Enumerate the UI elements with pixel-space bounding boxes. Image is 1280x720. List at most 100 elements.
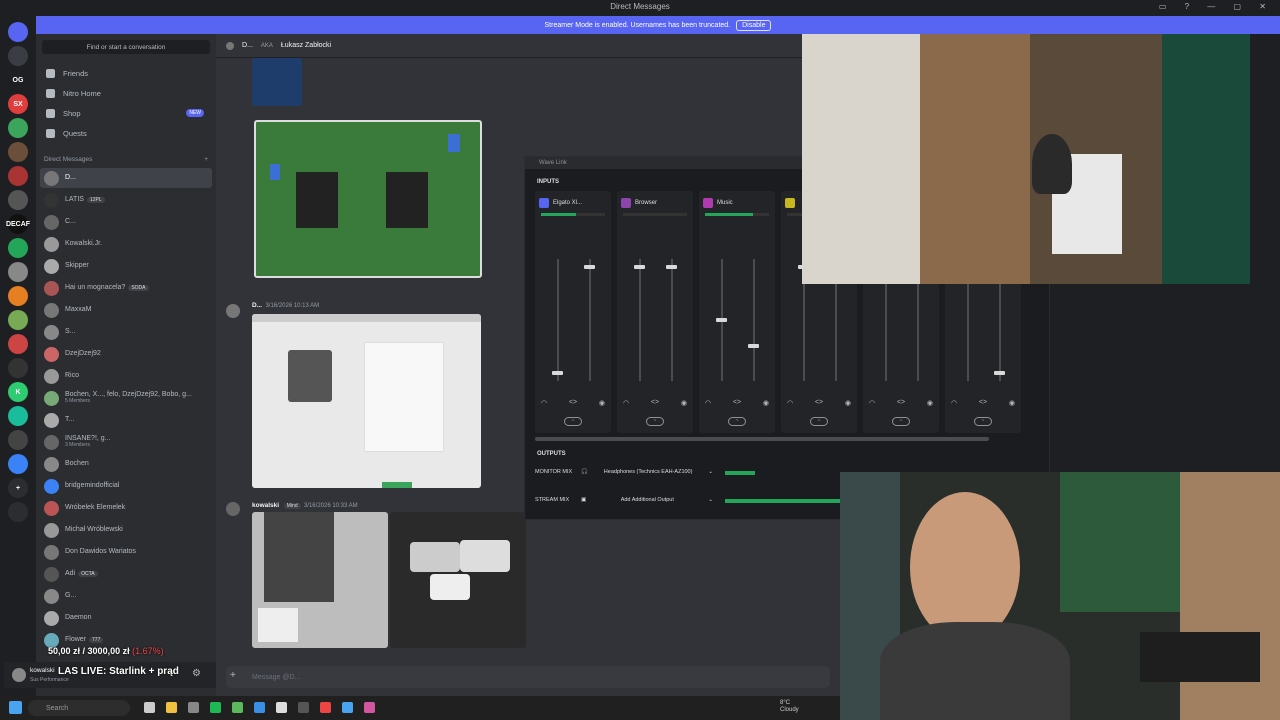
server-icon[interactable] — [8, 22, 28, 42]
fader-knob[interactable] — [552, 371, 563, 376]
server-icon[interactable] — [8, 118, 28, 138]
windows-start-icon[interactable] — [9, 701, 22, 714]
link-icon[interactable]: <> — [733, 399, 741, 407]
broadcast-icon[interactable]: ◉ — [1009, 399, 1015, 407]
server-icon[interactable] — [8, 190, 28, 210]
headphones-icon[interactable]: ◠ — [787, 399, 793, 407]
server-icon[interactable] — [8, 334, 28, 354]
server-icon[interactable]: DECAF — [6, 214, 30, 234]
message-input[interactable]: Message @D... — [226, 666, 830, 688]
broadcast-icon[interactable]: ◉ — [681, 399, 687, 407]
link-toggle-icon[interactable]: ~ — [564, 417, 582, 426]
output-device-select[interactable]: ▣ Add Additional Output ⌄ — [581, 497, 713, 503]
attachment-image-mac-minis[interactable] — [390, 512, 526, 648]
dm-item[interactable]: Daemon — [40, 608, 212, 628]
server-icon[interactable] — [8, 406, 28, 426]
dm-item[interactable]: MaxxaM — [40, 300, 212, 320]
taskbar-app-icon[interactable] — [144, 702, 155, 713]
headphones-icon[interactable]: ◠ — [705, 399, 711, 407]
server-icon[interactable] — [8, 310, 28, 330]
monitor-fader[interactable] — [552, 259, 563, 381]
dm-item[interactable]: Skipper — [40, 256, 212, 276]
server-icon[interactable] — [8, 142, 28, 162]
add-attachment-icon[interactable]: + — [230, 670, 236, 681]
taskbar-app-icon[interactable] — [188, 702, 199, 713]
disable-streamer-mode-button[interactable]: Disable — [736, 19, 772, 31]
taskbar-app-icon[interactable] — [210, 702, 221, 713]
taskbar-app-icon[interactable] — [320, 702, 331, 713]
broadcast-icon[interactable]: ◉ — [599, 399, 605, 407]
nav-friends[interactable]: Friends — [40, 64, 212, 82]
dm-item[interactable]: G... — [40, 586, 212, 606]
taskbar-app-icon[interactable] — [232, 702, 243, 713]
taskbar-app-icon[interactable] — [364, 702, 375, 713]
taskbar-app-icon[interactable] — [342, 702, 353, 713]
dm-item[interactable]: T... — [40, 410, 212, 430]
output-monitor-mix[interactable]: MONITOR MIX 🎧 Headphones (Technics EAH-AZ… — [535, 465, 841, 479]
link-toggle-icon[interactable]: ~ — [810, 417, 828, 426]
attachment-image-rack[interactable] — [252, 512, 388, 648]
dm-item[interactable]: Hai un mognacela? SODA — [40, 278, 212, 298]
attachment-image-code[interactable] — [252, 58, 302, 106]
dm-item[interactable]: S... — [40, 322, 212, 342]
link-icon[interactable]: <> — [897, 399, 905, 407]
server-icon[interactable]: SX — [8, 94, 28, 114]
dm-item[interactable]: Adi OCTA — [40, 564, 212, 584]
settings-gear-icon[interactable]: ⚙ — [192, 668, 201, 679]
dm-item[interactable]: LATIS 12PL — [40, 190, 212, 210]
dm-item[interactable]: bridgemindofficial — [40, 476, 212, 496]
link-icon[interactable]: <> — [569, 399, 577, 407]
create-dm-button[interactable]: + — [204, 156, 208, 163]
weather-widget[interactable]: 8°C Cloudy — [780, 700, 799, 714]
monitor-fader[interactable] — [634, 259, 645, 381]
nav-nitro-home[interactable]: Nitro Home — [40, 84, 212, 102]
link-toggle-icon[interactable]: ~ — [892, 417, 910, 426]
server-icon[interactable] — [8, 46, 28, 66]
channel-header[interactable]: Elgato Xl... — [539, 196, 607, 210]
mixer-scrollbar[interactable] — [535, 437, 989, 441]
dm-item[interactable]: Don Dawidos Wariatos — [40, 542, 212, 562]
server-icon[interactable]: + — [8, 478, 28, 498]
avatar[interactable] — [12, 668, 26, 682]
dm-item[interactable]: Bochen, X..., felo, DzejDzej92, Bobo, g.… — [40, 388, 212, 408]
fader-knob[interactable] — [666, 264, 677, 269]
nav-quests[interactable]: Quests — [40, 124, 212, 142]
dm-item[interactable]: Wróbelek Elemelek — [40, 498, 212, 518]
taskbar-app-icon[interactable] — [166, 702, 177, 713]
conversation-search-button[interactable]: Find or start a conversation — [42, 40, 210, 54]
dm-item[interactable]: Rico — [40, 366, 212, 386]
server-icon[interactable] — [8, 238, 28, 258]
dm-item[interactable]: C... — [40, 212, 212, 232]
fader-knob[interactable] — [716, 318, 727, 322]
attachment-image-webpage[interactable] — [252, 314, 481, 488]
fader-knob[interactable] — [994, 371, 1005, 376]
fader-knob[interactable] — [748, 343, 759, 348]
link-toggle-icon[interactable]: ~ — [646, 417, 664, 426]
broadcast-icon[interactable]: ◉ — [763, 399, 769, 407]
link-toggle-icon[interactable]: ~ — [974, 417, 992, 426]
dm-item[interactable]: INSANE?!, g... 3 Members — [40, 432, 212, 452]
link-toggle-icon[interactable]: ~ — [728, 417, 746, 426]
attachment-image-circuit[interactable] — [254, 120, 482, 278]
fader-knob[interactable] — [634, 264, 645, 269]
stream-fader[interactable] — [584, 259, 595, 381]
channel-header[interactable]: Browser — [621, 196, 689, 210]
message-avatar[interactable] — [226, 304, 240, 318]
server-icon[interactable]: OG — [8, 70, 28, 90]
stream-fader[interactable] — [666, 259, 677, 381]
server-icon[interactable]: K — [8, 382, 28, 402]
server-icon[interactable] — [8, 166, 28, 186]
headphones-icon[interactable]: ◠ — [869, 399, 875, 407]
taskbar-search[interactable]: Search — [28, 700, 130, 716]
server-icon[interactable] — [8, 454, 28, 474]
headphones-icon[interactable]: ◠ — [951, 399, 957, 407]
dm-item[interactable]: D... — [40, 168, 212, 188]
taskbar-app-icon[interactable] — [254, 702, 265, 713]
broadcast-icon[interactable]: ◉ — [845, 399, 851, 407]
headphones-icon[interactable]: ◠ — [623, 399, 629, 407]
message-avatar[interactable] — [226, 502, 240, 516]
link-icon[interactable]: <> — [651, 399, 659, 407]
taskbar-app-icon[interactable] — [276, 702, 287, 713]
monitor-fader[interactable] — [716, 259, 727, 381]
link-icon[interactable]: <> — [979, 399, 987, 407]
